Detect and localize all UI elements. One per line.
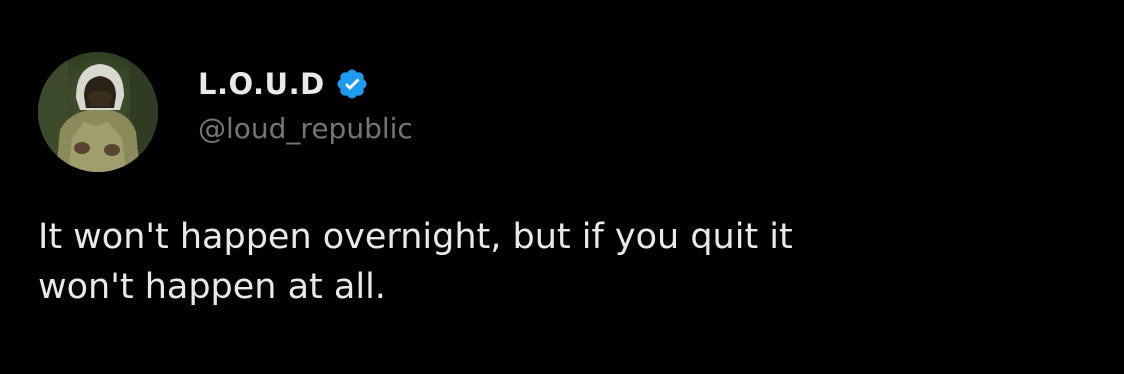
display-name[interactable]: L.O.U.D <box>198 67 325 101</box>
tweet-text: It won't happen overnight, but if you qu… <box>38 212 1078 312</box>
avatar-image <box>38 52 158 172</box>
user-handle[interactable]: @loud_republic <box>198 112 413 145</box>
tweet-text-line: won't happen at all. <box>38 267 386 307</box>
tweet-card: L.O.U.D @loud_republic It won't happen o… <box>0 0 1124 374</box>
tweet-text-line: It won't happen overnight, but if you qu… <box>38 217 793 257</box>
verified-badge-icon <box>335 67 369 101</box>
avatar[interactable] <box>38 52 158 172</box>
author-name-row: L.O.U.D <box>198 62 369 106</box>
